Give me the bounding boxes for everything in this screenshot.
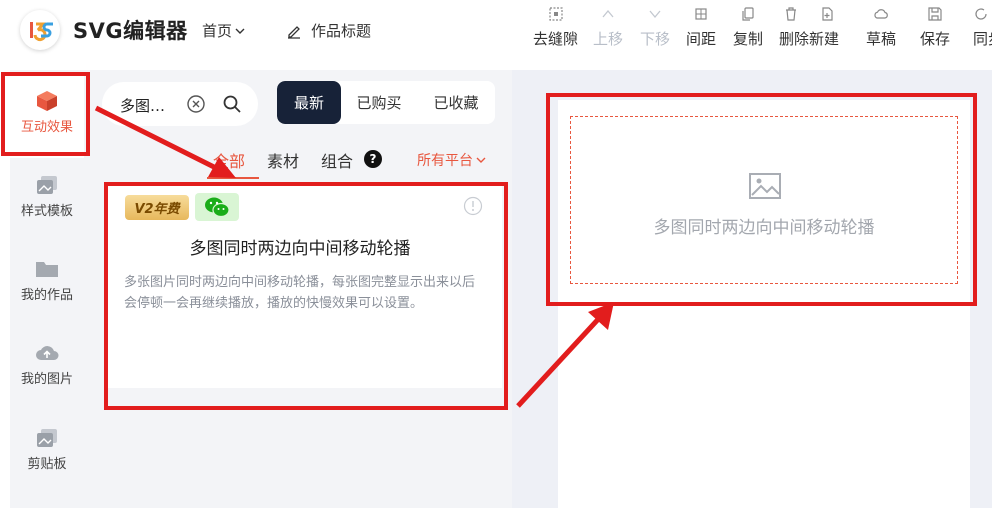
save-label: 保存 bbox=[920, 30, 951, 48]
new-file-icon bbox=[822, 7, 833, 21]
copy-icon bbox=[742, 7, 754, 21]
tab-all[interactable]: 全部 bbox=[213, 148, 245, 172]
segment-latest[interactable]: 最新 bbox=[277, 81, 341, 124]
annotation-box-rail bbox=[1, 72, 90, 156]
rail-item-my-works[interactable]: 我的作品 bbox=[10, 258, 84, 303]
app-logo[interactable] bbox=[20, 10, 60, 50]
pen-icon bbox=[288, 25, 300, 39]
move-up-label: 上移 bbox=[593, 30, 624, 48]
app-name: SVG编辑器 bbox=[73, 19, 188, 43]
copy-label: 复制 bbox=[733, 30, 764, 48]
rail-item-clipboard[interactable]: 剪贴板 bbox=[10, 427, 84, 472]
draft-button[interactable]: 草稿 bbox=[866, 6, 896, 49]
remove-gap-label: 去缝隙 bbox=[533, 30, 579, 48]
annotation-box-card bbox=[104, 182, 508, 410]
rail-item-label: 我的图片 bbox=[20, 372, 73, 387]
chevron-down-icon bbox=[649, 10, 661, 19]
sync-label: 同步 bbox=[973, 30, 992, 48]
move-down-button[interactable]: 下移 bbox=[640, 6, 670, 49]
draft-label: 草稿 bbox=[866, 30, 897, 48]
clear-icon[interactable] bbox=[186, 94, 206, 114]
work-title[interactable]: 作品标题 bbox=[286, 20, 371, 41]
sync-icon bbox=[975, 8, 987, 20]
tab-active-indicator bbox=[207, 177, 259, 179]
tab-combo[interactable]: 组合 bbox=[321, 148, 353, 172]
move-down-label: 下移 bbox=[640, 30, 671, 48]
spacing-label: 间距 bbox=[686, 30, 717, 48]
filter-segment: 最新 已购买 已收藏 bbox=[277, 81, 495, 124]
segment-favorited[interactable]: 已收藏 bbox=[417, 81, 495, 124]
copy-button[interactable]: 复制 bbox=[733, 6, 763, 49]
save-icon bbox=[928, 7, 942, 21]
save-button[interactable]: 保存 bbox=[920, 6, 950, 49]
top-header: SVG编辑器 首页 作品标题 去缝隙 上移 下移 间距 复制 删除新建 草稿 保… bbox=[0, 0, 992, 64]
segment-purchased[interactable]: 已购买 bbox=[341, 81, 417, 124]
spacing-icon bbox=[695, 8, 707, 20]
delete-new-button[interactable]: 删除新建 bbox=[779, 6, 839, 49]
remove-gap-button[interactable]: 去缝隙 bbox=[533, 6, 578, 49]
search-input[interactable]: 多图… bbox=[120, 95, 165, 116]
move-up-button[interactable]: 上移 bbox=[593, 6, 623, 49]
rail-item-label: 剪贴板 bbox=[27, 457, 67, 472]
delete-new-label: 删除新建 bbox=[779, 30, 840, 48]
work-title-label: 作品标题 bbox=[311, 22, 372, 40]
nav-home-label: 首页 bbox=[202, 22, 233, 40]
rail-item-label: 我的作品 bbox=[20, 288, 73, 303]
clipboard-icon bbox=[37, 429, 57, 447]
tab-material[interactable]: 素材 bbox=[267, 148, 299, 172]
folder-icon bbox=[36, 262, 58, 277]
gap-icon bbox=[548, 7, 563, 21]
trash-icon bbox=[786, 7, 796, 21]
nav-home-dropdown[interactable]: 首页 bbox=[202, 20, 246, 41]
chevron-down-icon bbox=[235, 28, 245, 34]
platform-label: 所有平台 bbox=[417, 153, 473, 169]
chevron-down-icon bbox=[476, 157, 486, 163]
help-icon[interactable]: ? bbox=[364, 150, 382, 168]
spacing-button[interactable]: 间距 bbox=[686, 6, 716, 49]
search-icon[interactable] bbox=[222, 94, 242, 114]
chevron-up-icon bbox=[602, 9, 614, 18]
platform-dropdown[interactable]: 所有平台 bbox=[417, 150, 487, 170]
rail-item-my-images[interactable]: 我的图片 bbox=[10, 342, 84, 387]
rail-item-style-templates[interactable]: 样式模板 bbox=[10, 174, 84, 219]
logo-icon bbox=[30, 22, 53, 42]
cloud-upload-icon bbox=[36, 346, 59, 360]
image-stack-icon bbox=[37, 176, 57, 194]
rail-item-label: 样式模板 bbox=[20, 204, 73, 219]
sync-button[interactable]: 同步 bbox=[973, 6, 992, 49]
annotation-box-canvas bbox=[546, 93, 977, 306]
cloud-icon bbox=[874, 9, 888, 19]
